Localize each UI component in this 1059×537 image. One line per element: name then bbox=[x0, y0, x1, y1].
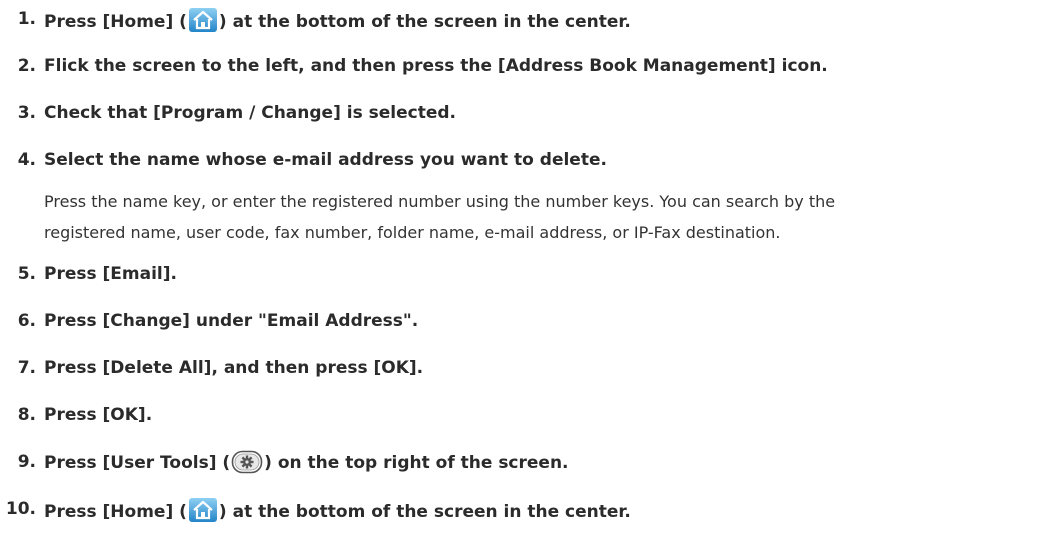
step-number: 6. bbox=[17, 311, 36, 331]
step-number: 1. bbox=[17, 9, 36, 29]
step-number: 8. bbox=[17, 405, 36, 425]
home-icon bbox=[188, 497, 218, 523]
step-number: 2. bbox=[17, 56, 36, 76]
step-instruction: Press [OK]. bbox=[44, 405, 153, 425]
step-instruction: Press [Change] under "Email Address". bbox=[44, 311, 419, 331]
note-line: registered name, user code, fax number, … bbox=[44, 223, 781, 242]
step-instruction: Check that [Program / Change] is selecte… bbox=[44, 103, 457, 123]
step-instruction: Flick the screen to the left, and then p… bbox=[44, 56, 828, 76]
step-number: 9. bbox=[17, 452, 36, 472]
step-number: 10. bbox=[5, 499, 36, 519]
step-number: 7. bbox=[17, 358, 36, 378]
step-note: Press the name key, or enter the registe… bbox=[44, 186, 1054, 248]
step-instruction: Press [Email]. bbox=[44, 264, 177, 284]
step-instruction: Press [User Tools] ( ) on the top right … bbox=[44, 450, 569, 475]
step-number: 5. bbox=[17, 264, 36, 284]
step-instruction: Press [Home] ( ) at the bottom of the sc… bbox=[44, 7, 631, 34]
step-instruction: Select the name whose e-mail address you… bbox=[44, 150, 607, 170]
step-instruction: Press [Delete All], and then press [OK]. bbox=[44, 358, 424, 378]
home-icon bbox=[188, 7, 218, 33]
user-tools-icon bbox=[231, 450, 263, 474]
step-number: 3. bbox=[17, 103, 36, 123]
step-instruction: Press [Home] ( ) at the bottom of the sc… bbox=[44, 497, 631, 524]
step-number: 4. bbox=[17, 150, 36, 170]
note-line: Press the name key, or enter the registe… bbox=[44, 192, 836, 211]
